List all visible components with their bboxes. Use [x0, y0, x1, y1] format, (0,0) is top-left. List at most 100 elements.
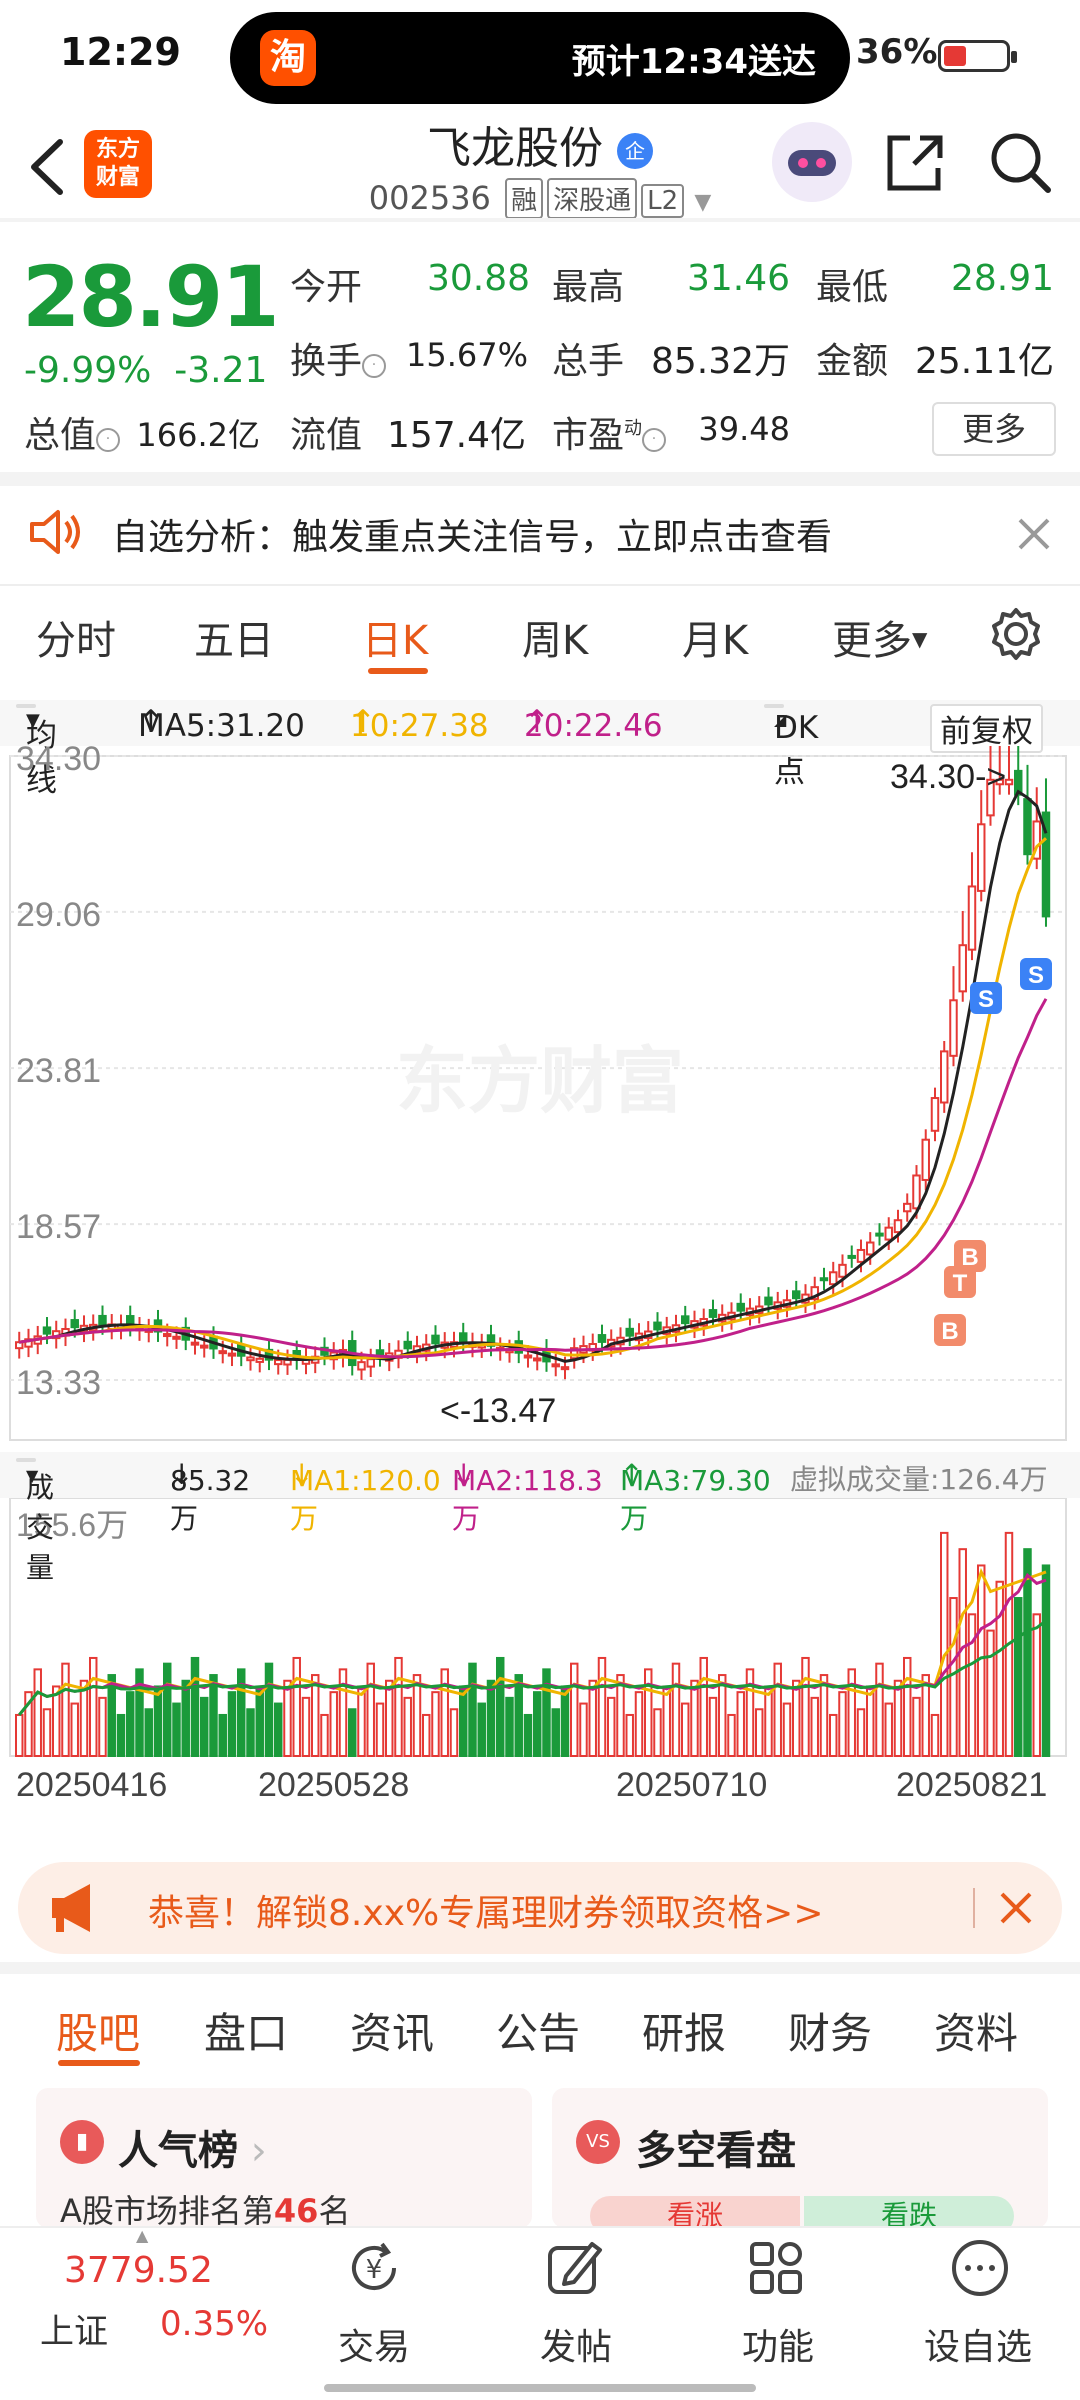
- open-label: 今开: [290, 267, 363, 308]
- change-amount: -3.21: [174, 350, 268, 391]
- volume-bar: [172, 1702, 181, 1757]
- close-icon[interactable]: [1016, 516, 1052, 552]
- long-short-title: 多空看盘: [636, 2128, 796, 2174]
- notice-text[interactable]: 自选分析：触发重点关注信号，立即点击查看: [112, 508, 832, 560]
- dynamic-island[interactable]: 淘 预计12:34送达: [230, 12, 850, 104]
- nav-function[interactable]: 功能: [742, 2318, 814, 2370]
- volume-bar: [33, 1668, 42, 1757]
- function-grid-icon[interactable]: [744, 2236, 808, 2300]
- min-price-annotation: <-13.47: [440, 1392, 556, 1430]
- volume-bar: [1032, 1613, 1041, 1757]
- index-name[interactable]: 上证: [40, 2304, 108, 2353]
- candle-body: [403, 1340, 412, 1350]
- index-value[interactable]: 3779.52: [64, 2250, 213, 2291]
- volume-bar: [967, 1613, 977, 1757]
- nav-trade[interactable]: 交易: [338, 2318, 410, 2370]
- trade-icon[interactable]: ¥: [342, 2236, 406, 2300]
- volume-bar: [283, 1679, 292, 1758]
- volume-bar: [264, 1662, 274, 1757]
- high-label: 最高: [552, 267, 625, 308]
- tab-research[interactable]: 研报: [642, 2000, 726, 2061]
- volume-bar: [699, 1656, 708, 1758]
- candle-body: [856, 1248, 866, 1263]
- nav-add-watchlist[interactable]: 设自选: [924, 2318, 1032, 2370]
- volume-bar: [311, 1674, 320, 1757]
- vol-ma1: MA1:120.0万 ↓: [290, 1458, 441, 1535]
- index-change[interactable]: 0.35%: [160, 2304, 268, 2344]
- dk-point-button[interactable]: DK点 ◢: [764, 704, 818, 790]
- candle-body: [977, 823, 986, 892]
- tab-five-day[interactable]: 五日: [194, 608, 274, 666]
- candle-body: [246, 1356, 255, 1362]
- tab-news[interactable]: 资讯: [350, 2000, 434, 2061]
- connect-tag: 深股通: [547, 178, 638, 219]
- volume-bar: [135, 1668, 144, 1757]
- last-price: 28.91: [22, 248, 280, 346]
- nav-post[interactable]: 发帖: [540, 2318, 612, 2370]
- candle-body: [829, 1271, 838, 1286]
- volume-bar: [755, 1708, 764, 1758]
- ai-assistant-icon[interactable]: [772, 122, 852, 202]
- y-tick-label: 29.06: [16, 896, 101, 934]
- volume-bar: [79, 1679, 89, 1758]
- share-icon[interactable]: [884, 130, 944, 194]
- volume-selector[interactable]: 成交量 ▼: [16, 1458, 54, 1584]
- post-edit-icon[interactable]: [542, 2236, 606, 2300]
- volume-bar: [718, 1674, 727, 1757]
- candle-body: [792, 1290, 801, 1300]
- more-quote-button[interactable]: 更多: [932, 402, 1056, 456]
- volume-bar: [579, 1702, 588, 1757]
- volume-bar: [375, 1702, 385, 1757]
- volume-bar: [949, 1597, 958, 1757]
- volume-bar: [690, 1679, 699, 1758]
- volume-bar: [459, 1685, 468, 1758]
- volume-bar: [792, 1679, 801, 1758]
- promo-banner[interactable]: 恭喜！解锁8.xx%专属理财券领取资格>>: [18, 1862, 1062, 1954]
- signal-label: S: [1028, 962, 1044, 989]
- tab-more[interactable]: 更多▼: [832, 608, 927, 666]
- taobao-icon: 淘: [260, 30, 316, 86]
- turnover-value: 15.67%: [405, 336, 528, 374]
- volume-bar: [884, 1702, 893, 1757]
- volume-bar: [218, 1713, 227, 1758]
- tab-monthly-k[interactable]: 月K: [682, 608, 748, 666]
- popularity-title: 人气榜 ›: [118, 2128, 267, 2174]
- volume-bar: [403, 1696, 412, 1757]
- tab-profile[interactable]: 资料: [934, 2000, 1018, 2061]
- volume-bar: [533, 1691, 542, 1757]
- tab-announcement[interactable]: 公告: [496, 2000, 580, 2061]
- volume-bar: [486, 1679, 496, 1758]
- volume-bar: [431, 1691, 440, 1757]
- settings-gear-icon[interactable]: [988, 606, 1044, 662]
- tab-pankou[interactable]: 盘口: [204, 2000, 288, 2061]
- pe-value: 39.48: [698, 410, 790, 448]
- tab-daily-k[interactable]: 日K: [362, 608, 428, 666]
- add-watchlist-icon[interactable]: [948, 2236, 1012, 2300]
- battery-percent: 36%: [856, 32, 938, 72]
- volume-bar: [662, 1685, 671, 1758]
- tab-intraday[interactable]: 分时: [36, 608, 116, 666]
- volume-bar: [181, 1679, 190, 1758]
- volume-bar: [903, 1656, 912, 1758]
- promo-close-icon[interactable]: [998, 1890, 1034, 1926]
- tab-finance[interactable]: 财务: [788, 2000, 872, 2061]
- candle-body: [819, 1277, 829, 1282]
- volume-bar: [514, 1674, 523, 1757]
- turnover-label: 换手 ·: [290, 332, 387, 384]
- vol-ma2: MA2:118.3万 ↓: [452, 1458, 603, 1535]
- search-icon[interactable]: [986, 128, 1054, 196]
- candle-body: [560, 1366, 570, 1371]
- volume-bar: [153, 1685, 163, 1758]
- tab-weekly-k[interactable]: 周K: [522, 608, 588, 666]
- volume-ma-line: [18, 1572, 1047, 1716]
- candle-body: [866, 1241, 875, 1256]
- volume-bar: [819, 1674, 829, 1757]
- candle-body: [523, 1354, 533, 1359]
- tab-guba[interactable]: 股吧: [56, 2000, 140, 2061]
- delivery-eta: 预计12:34送达: [571, 42, 816, 82]
- candle-body: [875, 1232, 884, 1237]
- ma-selector[interactable]: 均线 ▼: [16, 704, 57, 799]
- volume-bar: [394, 1656, 403, 1758]
- volume-bar: [856, 1708, 866, 1758]
- kline-chart[interactable]: 东方财富 34.30 29.06 23.81 18.57 13.33 34.30-> <-…: [0, 746, 1080, 1806]
